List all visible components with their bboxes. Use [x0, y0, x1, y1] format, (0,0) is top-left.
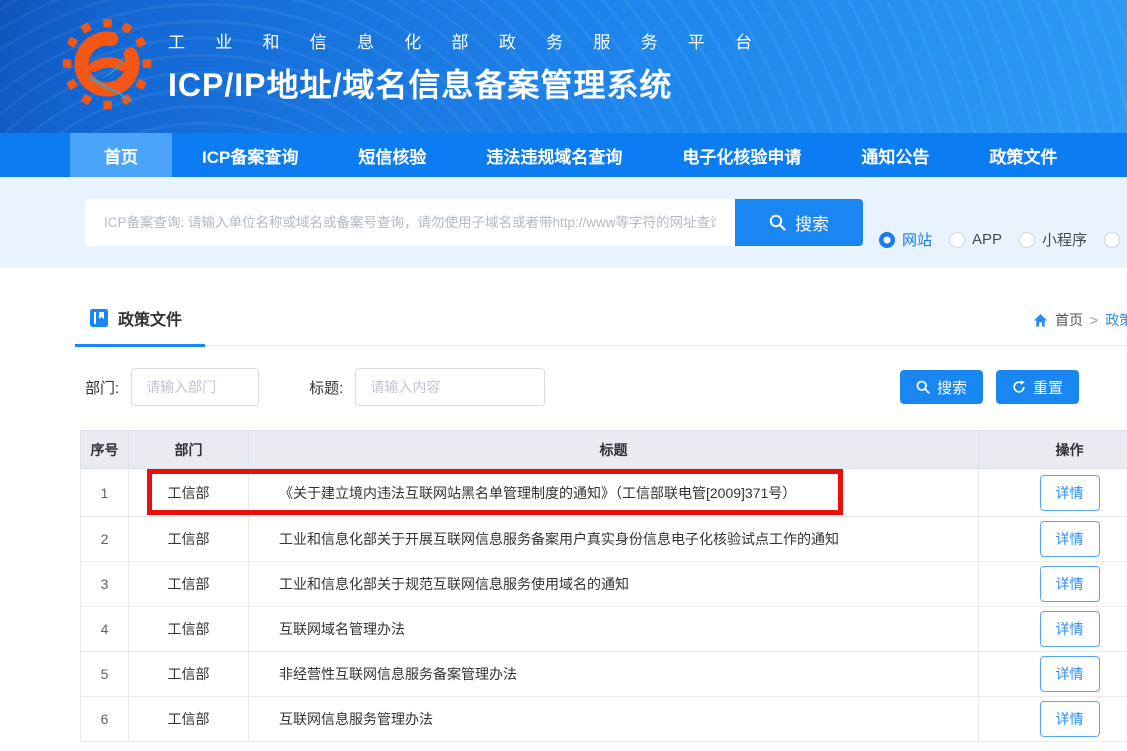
portal-subtitle: 工业和信息化部政务服务平台 [168, 28, 782, 53]
radio-dot-icon [1104, 232, 1120, 248]
row-title: 互联网信息服务管理办法 [249, 697, 979, 742]
row-title: 工业和信息化部关于开展互联网信息服务备案用户真实身份信息电子化核验试点工作的通知 [249, 517, 979, 562]
refresh-icon [1012, 380, 1026, 394]
nav-item-e-verify[interactable]: 电子化核验申请 [652, 133, 831, 177]
table-header-row: 序号 部门 标题 操作 [81, 431, 1127, 469]
nav-item-icp-query[interactable]: ICP备案查询 [172, 133, 328, 177]
table-row: 1 工信部 《关于建立境内违法互联网站黑名单管理制度的通知》（工信部联电管[20… [81, 469, 1127, 517]
row-title: 互联网域名管理办法 [249, 607, 979, 652]
table-row: 3 工信部 工业和信息化部关于规范互联网信息服务使用域名的通知 详情 [81, 562, 1127, 607]
table-row: 5 工信部 非经营性互联网信息服务备案管理办法 详情 [81, 652, 1127, 697]
radio-app[interactable]: APP [949, 231, 1002, 248]
radio-dot-icon [949, 232, 965, 248]
app-header: 工业和信息化部政务服务平台 ICP/IP地址/域名信息备案管理系统 [0, 0, 1127, 133]
filter-bar: 部门: 标题: 搜索 重置 [85, 368, 1127, 406]
col-header-op: 操作 [979, 431, 1127, 469]
section-title: 政策文件 [118, 306, 182, 330]
icp-search-button[interactable]: 搜索 [735, 199, 863, 246]
tab-underline [75, 344, 205, 347]
detail-button[interactable]: 详情 [1040, 611, 1100, 647]
policy-table: 序号 部门 标题 操作 1 工信部 《关于建立境内违法互联网站黑名单管理制度的通… [80, 430, 1127, 742]
row-index: 3 [81, 562, 129, 607]
dept-filter-input[interactable] [131, 368, 259, 406]
nav-item-policy[interactable]: 政策文件 [959, 133, 1087, 177]
nav-item-home[interactable]: 首页 [70, 133, 172, 177]
nav-item-notices[interactable]: 通知公告 [831, 133, 959, 177]
row-title: 工业和信息化部关于规范互联网信息服务使用域名的通知 [249, 562, 979, 607]
radio-website[interactable]: 网站 [879, 229, 932, 250]
title-filter-label: 标题: [309, 377, 343, 398]
col-header-no: 序号 [81, 431, 129, 469]
breadcrumb-separator: > [1090, 312, 1098, 328]
table-row: 2 工信部 工业和信息化部关于开展互联网信息服务备案用户真实身份信息电子化核验试… [81, 517, 1127, 562]
nav-item-sms-verify[interactable]: 短信核验 [328, 133, 456, 177]
radio-miniprogram[interactable]: 小程序 [1019, 229, 1087, 250]
dept-filter-label: 部门: [85, 377, 119, 398]
col-header-title: 标题 [249, 431, 979, 469]
page-title: ICP/IP地址/域名信息备案管理系统 [168, 60, 782, 106]
filter-search-button[interactable]: 搜索 [900, 370, 983, 404]
home-icon [1033, 313, 1048, 328]
radio-quickapp[interactable]: 快应用 [1104, 229, 1127, 250]
col-header-dept: 部门 [129, 431, 249, 469]
title-filter-input[interactable] [355, 368, 545, 406]
row-index: 1 [81, 469, 129, 517]
row-title: 《关于建立境内违法互联网站黑名单管理制度的通知》（工信部联电管[2009]371… [249, 469, 979, 517]
row-title: 非经营性互联网信息服务备案管理办法 [249, 652, 979, 697]
breadcrumb-home[interactable]: 首页 [1055, 310, 1083, 330]
row-dept: 工信部 [129, 697, 249, 742]
table-row: 4 工信部 互联网域名管理办法 详情 [81, 607, 1127, 652]
miit-logo-icon [60, 17, 154, 116]
breadcrumb: 首页 > 政策文件 [1033, 310, 1127, 330]
breadcrumb-current: 政策文件 [1105, 310, 1127, 330]
section-header: 政策文件 首页 > 政策文件 [75, 294, 1127, 346]
row-dept: 工信部 [129, 562, 249, 607]
radio-dot-icon [1019, 232, 1035, 248]
row-index: 2 [81, 517, 129, 562]
search-icon [769, 214, 786, 231]
row-dept: 工信部 [129, 607, 249, 652]
row-dept: 工信部 [129, 652, 249, 697]
row-index: 4 [81, 607, 129, 652]
search-icon [916, 380, 930, 394]
icp-search-input[interactable] [85, 199, 735, 246]
main-nav: 首页 ICP备案查询 短信核验 违法违规域名查询 电子化核验申请 通知公告 政策… [0, 133, 1127, 177]
tab-policy-files: 政策文件 [89, 306, 182, 330]
search-type-group: 网站 APP 小程序 快应用 [879, 229, 1127, 250]
detail-button[interactable]: 详情 [1040, 701, 1100, 737]
row-index: 6 [81, 697, 129, 742]
row-index: 5 [81, 652, 129, 697]
icp-search-section: 搜索 网站 APP 小程序 快应用 [0, 177, 1127, 268]
policy-file-icon [89, 308, 109, 328]
table-row: 6 工信部 互联网信息服务管理办法 详情 [81, 697, 1127, 742]
detail-button[interactable]: 详情 [1040, 566, 1100, 602]
filter-reset-button[interactable]: 重置 [996, 370, 1079, 404]
detail-button[interactable]: 详情 [1040, 656, 1100, 692]
row-dept: 工信部 [129, 517, 249, 562]
detail-button[interactable]: 详情 [1040, 521, 1100, 557]
radio-dot-icon [879, 232, 895, 248]
nav-item-illegal-domain[interactable]: 违法违规域名查询 [456, 133, 652, 177]
detail-button[interactable]: 详情 [1040, 475, 1100, 511]
row-dept: 工信部 [129, 469, 249, 517]
